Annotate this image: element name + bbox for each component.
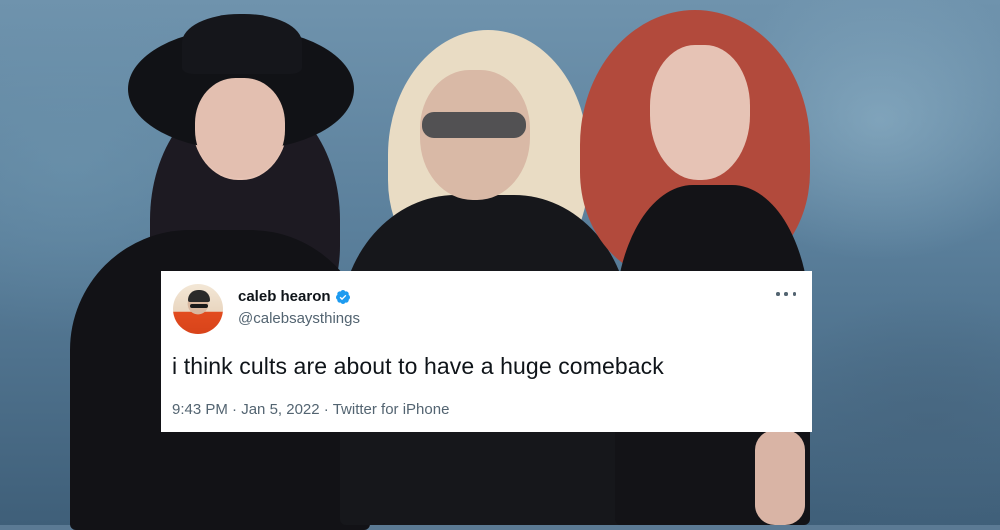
- user-handle[interactable]: @calebsaysthings: [238, 310, 360, 327]
- tweet-time[interactable]: 9:43 PM: [172, 401, 228, 418]
- tweet-source[interactable]: Twitter for iPhone: [333, 401, 450, 418]
- background-photo: [0, 0, 1000, 530]
- tweet-meta: 9:43 PM · Jan 5, 2022 · Twitter for iPho…: [172, 401, 449, 418]
- meta-separator: ·: [323, 401, 329, 418]
- tweet-card[interactable]: caleb hearon @calebsaysthings i think cu…: [161, 271, 812, 432]
- avatar-cap: [188, 290, 210, 302]
- user-avatar[interactable]: [173, 284, 223, 334]
- avatar-glasses: [190, 304, 208, 308]
- name-row: caleb hearon: [238, 288, 351, 305]
- tweet-text: i think cults are about to have a huge c…: [172, 353, 664, 379]
- more-horizontal-icon[interactable]: [776, 287, 796, 301]
- verified-badge-icon: [335, 289, 350, 304]
- tweet-date[interactable]: Jan 5, 2022: [241, 401, 319, 418]
- meta-separator: ·: [232, 401, 238, 418]
- display-name[interactable]: caleb hearon: [238, 288, 331, 305]
